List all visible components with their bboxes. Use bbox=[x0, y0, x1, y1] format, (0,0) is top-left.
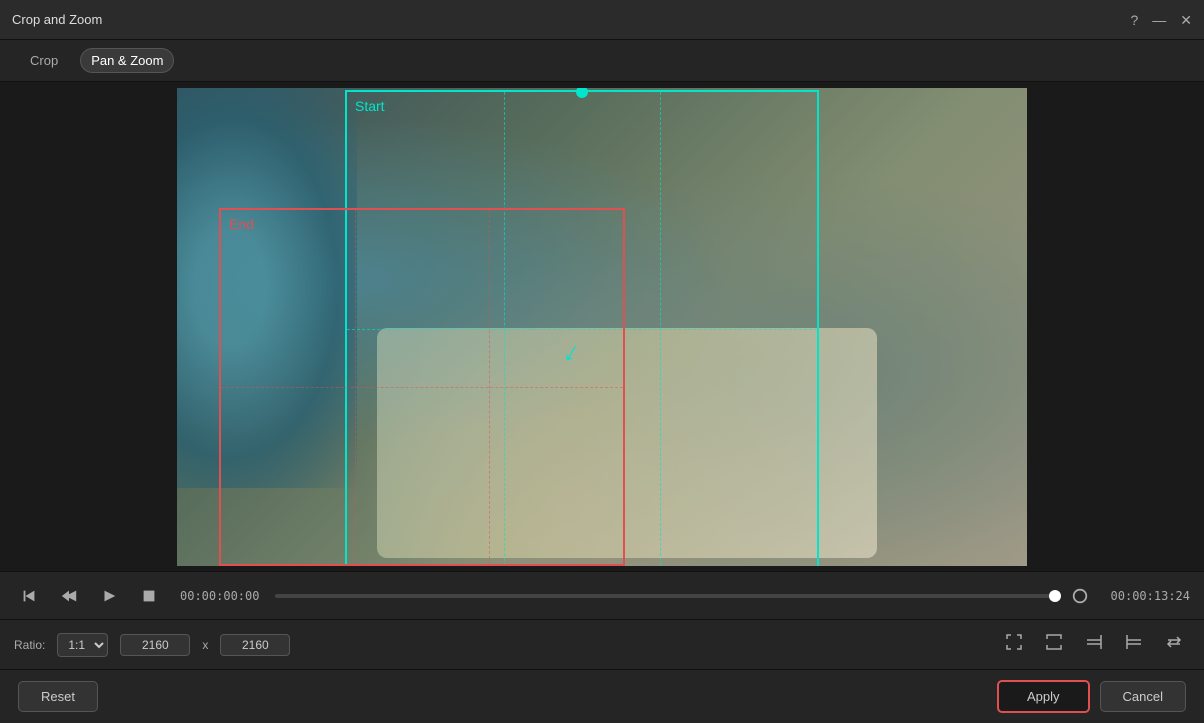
minimize-button[interactable]: — bbox=[1152, 13, 1166, 27]
progress-knob[interactable] bbox=[1049, 590, 1061, 602]
fit-width-button[interactable] bbox=[1038, 628, 1070, 661]
main-content: Start End ↓ bbox=[0, 82, 1204, 723]
align-left-button[interactable] bbox=[1118, 628, 1150, 661]
progress-bar[interactable] bbox=[275, 594, 1054, 598]
footer-right: Apply Cancel bbox=[997, 680, 1186, 713]
tab-bar: Crop Pan & Zoom bbox=[0, 40, 1204, 82]
ratio-select[interactable]: 1:1 bbox=[57, 633, 108, 657]
window-controls: ? — ✕ bbox=[1130, 13, 1192, 27]
video-overlay-plates bbox=[377, 328, 877, 558]
title-bar: Crop and Zoom ? — ✕ bbox=[0, 0, 1204, 40]
icon-toolbar bbox=[998, 628, 1190, 661]
stop-button[interactable] bbox=[134, 583, 164, 609]
window-title: Crop and Zoom bbox=[12, 12, 102, 27]
tab-crop[interactable]: Crop bbox=[20, 49, 68, 72]
fit-both-button[interactable] bbox=[998, 628, 1030, 661]
reset-button[interactable]: Reset bbox=[18, 681, 98, 712]
cancel-button[interactable]: Cancel bbox=[1100, 681, 1186, 712]
loop-button[interactable] bbox=[1065, 583, 1095, 609]
tab-pan-zoom[interactable]: Pan & Zoom bbox=[80, 48, 174, 73]
height-input[interactable] bbox=[220, 634, 290, 656]
close-button[interactable]: ✕ bbox=[1180, 13, 1192, 27]
current-time-display: 00:00:00:00 bbox=[180, 589, 259, 603]
video-frame[interactable]: Start End ↓ bbox=[177, 88, 1027, 566]
ratio-label: Ratio: bbox=[14, 638, 45, 652]
video-area: Start End ↓ bbox=[0, 82, 1204, 571]
footer-bar: Reset Apply Cancel bbox=[0, 669, 1204, 723]
apply-button[interactable]: Apply bbox=[997, 680, 1090, 713]
playback-controls: 00:00:00:00 00:00:13:24 bbox=[0, 571, 1204, 619]
play-button[interactable] bbox=[94, 583, 124, 609]
skip-back-button[interactable] bbox=[14, 583, 44, 609]
help-button[interactable]: ? bbox=[1130, 13, 1138, 27]
end-time-display: 00:00:13:24 bbox=[1111, 589, 1190, 603]
video-overlay-glove bbox=[177, 88, 357, 488]
align-right-button[interactable] bbox=[1078, 628, 1110, 661]
dimension-x-separator: x bbox=[202, 638, 208, 652]
width-input[interactable] bbox=[120, 634, 190, 656]
swap-button[interactable] bbox=[1158, 628, 1190, 661]
settings-bar: Ratio: 1:1 x bbox=[0, 619, 1204, 669]
frame-back-button[interactable] bbox=[54, 583, 84, 609]
